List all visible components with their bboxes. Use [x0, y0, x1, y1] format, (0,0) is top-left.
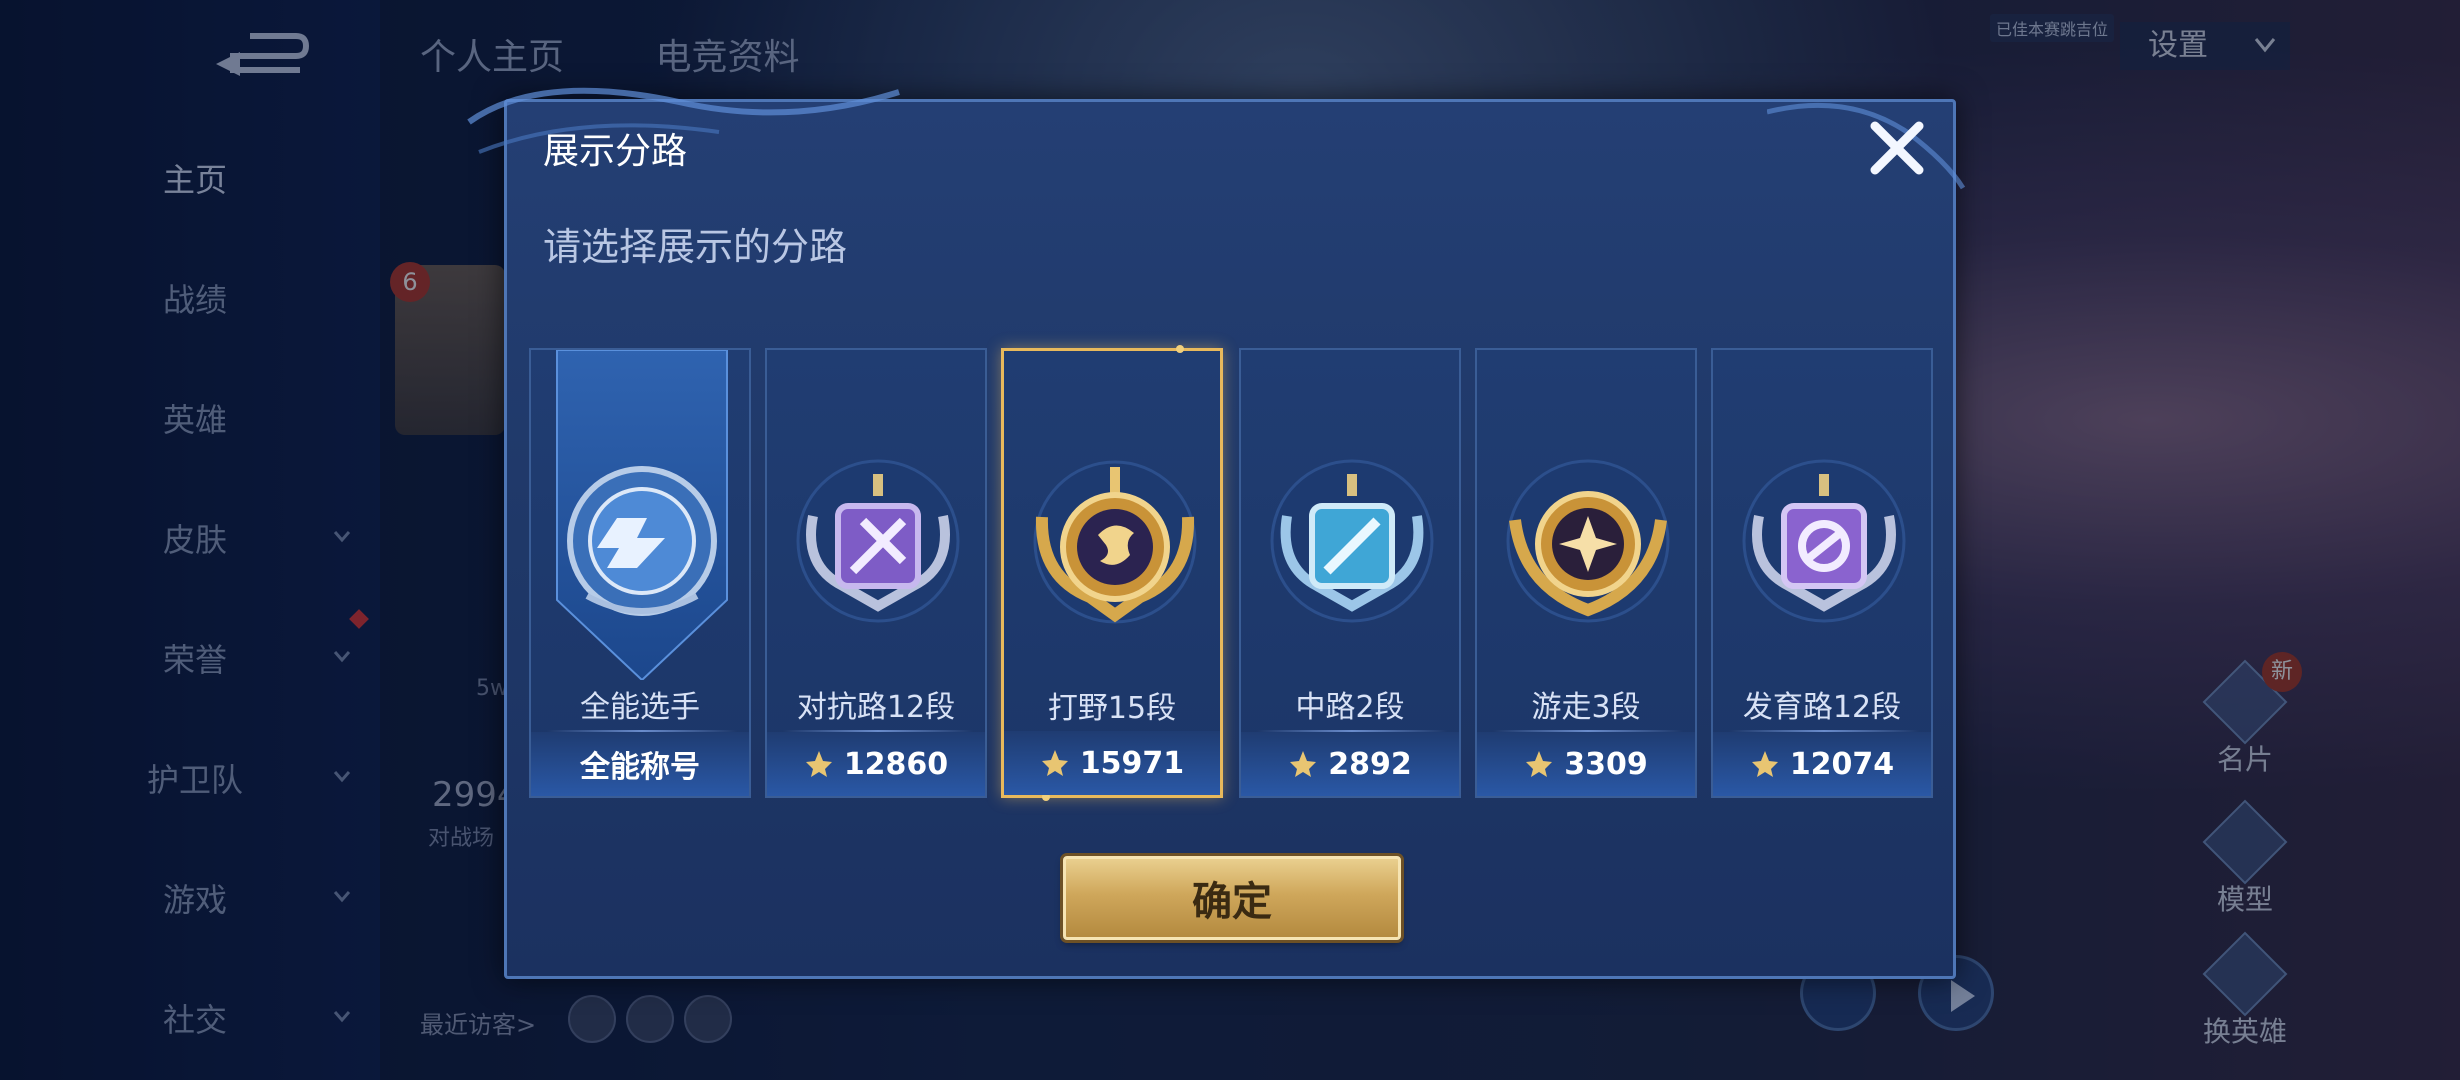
lane-card-name: 游走3段 [1531, 690, 1641, 725]
lane-card-footer: 12860 [767, 732, 985, 796]
confirm-button[interactable]: 确定 [1063, 856, 1401, 940]
lane-card-clash[interactable]: 对抗路12段 12860 [765, 348, 987, 798]
lane-display-dialog: 展示分路 请选择展示的分路 全能选手 全能称号 对抗路12段 12860 打野1… [467, 87, 1966, 979]
dialog-title: 展示分路 [543, 131, 688, 172]
lane-card-footer: 12074 [1713, 732, 1931, 796]
lane-card-jungle[interactable]: 打野15段 15971 [1001, 345, 1223, 801]
jungle-dragon-emblem-icon [1033, 460, 1197, 624]
lane-card-mid[interactable]: 中路2段 2892 [1239, 348, 1461, 798]
rank-star-icon [1526, 751, 1553, 777]
selection-corner-dot [1176, 345, 1184, 353]
all-round-emblem-icon [567, 466, 717, 616]
clash-lane-emblem-icon [796, 459, 960, 623]
lane-card-footer: 3309 [1477, 732, 1695, 796]
rank-star-icon [1290, 751, 1317, 777]
lane-card-score: 3309 [1564, 746, 1648, 782]
lane-card-footer: 2892 [1241, 732, 1459, 796]
lane-card-name: 中路2段 [1295, 690, 1405, 725]
roam-emblem-icon [1506, 459, 1670, 623]
lane-card-footer: 全能称号 [531, 732, 749, 796]
lane-card-all-round[interactable]: 全能选手 全能称号 [529, 348, 751, 798]
lane-card-score: 12860 [843, 746, 949, 782]
rank-star-icon [1041, 750, 1068, 776]
lane-card-roam[interactable]: 游走3段 3309 [1475, 348, 1697, 798]
lane-card-list: 全能选手 全能称号 对抗路12段 12860 打野15段 15971 中路2段 … [529, 345, 1939, 801]
close-icon[interactable] [1867, 118, 1927, 178]
farm-lane-emblem-icon [1742, 459, 1906, 623]
lane-card-farm[interactable]: 发育路12段 12074 [1711, 348, 1933, 798]
lane-card-score: 2892 [1328, 746, 1412, 782]
rank-star-icon [805, 751, 832, 777]
mid-lane-emblem-icon [1270, 459, 1434, 623]
lane-card-score: 12074 [1789, 746, 1895, 782]
lane-card-footer: 15971 [1004, 731, 1220, 795]
lane-card-name: 打野15段 [1047, 691, 1177, 726]
header-swirl-decoration [467, 87, 900, 154]
lane-card-name: 全能选手 [580, 690, 700, 725]
lane-card-footer-text: 全能称号 [580, 750, 700, 785]
dialog-subtitle: 请选择展示的分路 [543, 225, 848, 269]
lane-card-score: 15971 [1079, 745, 1185, 781]
rank-star-icon [1751, 751, 1778, 777]
lane-card-name: 发育路12段 [1742, 690, 1902, 725]
lane-card-name: 对抗路12段 [796, 690, 956, 725]
